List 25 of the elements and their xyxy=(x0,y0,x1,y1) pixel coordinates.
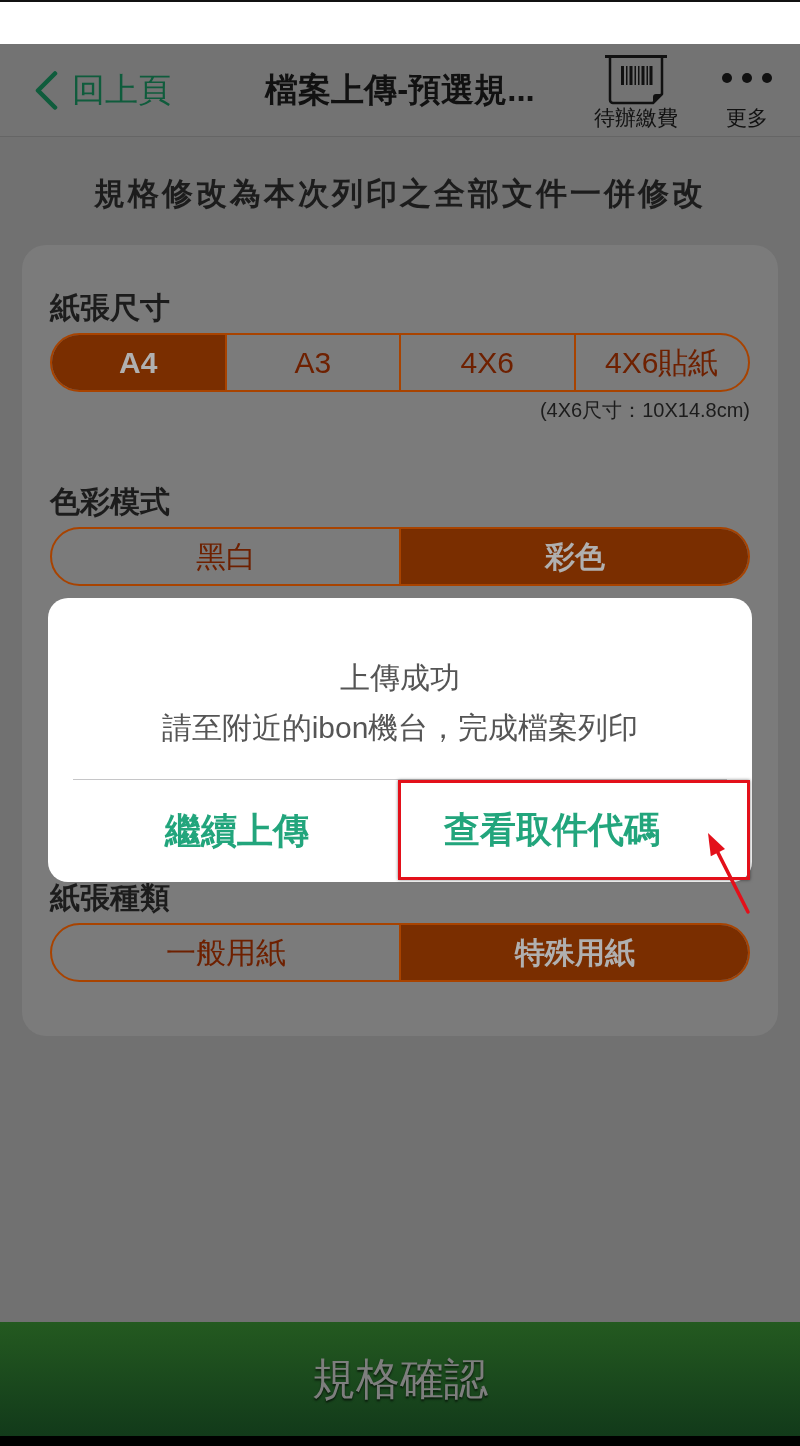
segment-option[interactable]: 黑白 xyxy=(52,529,399,584)
back-button[interactable]: 回上頁 xyxy=(34,60,171,120)
segment-option[interactable]: 特殊用紙 xyxy=(399,925,748,980)
dialog-button[interactable]: 查看取件代碼 xyxy=(401,783,703,877)
chevron-left-icon xyxy=(34,70,58,110)
segment-option[interactable]: 4X6貼紙 xyxy=(573,335,748,390)
pending-payments-button[interactable]: 待辦繳費 xyxy=(591,55,681,131)
size-note: (4X6尺寸：10X14.8cm) xyxy=(538,398,750,422)
notice-text: 規格修改為本次列印之全部文件一併修改 xyxy=(93,176,707,212)
section-title: 紙張種類 xyxy=(50,880,171,916)
dialog-button[interactable]: 繼續上傳 xyxy=(73,780,400,882)
page-title: 檔案上傳-預選規... xyxy=(265,70,535,110)
segment-option[interactable]: A4 xyxy=(52,335,225,390)
dialog-message: 請至附近的ibon機台，完成檔案列印 xyxy=(160,710,640,746)
segment-option[interactable]: A3 xyxy=(224,335,399,390)
segment-option[interactable]: 一般用紙 xyxy=(52,925,399,980)
section-title: 紙張尺寸 xyxy=(50,290,171,326)
dialog-title: 上傳成功 xyxy=(339,660,461,696)
more-icon xyxy=(722,73,772,83)
confirm-button[interactable]: 規格確認 xyxy=(0,1322,800,1436)
barcode-receipt-icon xyxy=(605,55,667,105)
more-button[interactable]: 更多 xyxy=(717,55,777,131)
section-title: 色彩模式 xyxy=(50,484,171,520)
segment-option[interactable]: 4X6 xyxy=(399,335,574,390)
segment-option[interactable]: 彩色 xyxy=(399,529,748,584)
